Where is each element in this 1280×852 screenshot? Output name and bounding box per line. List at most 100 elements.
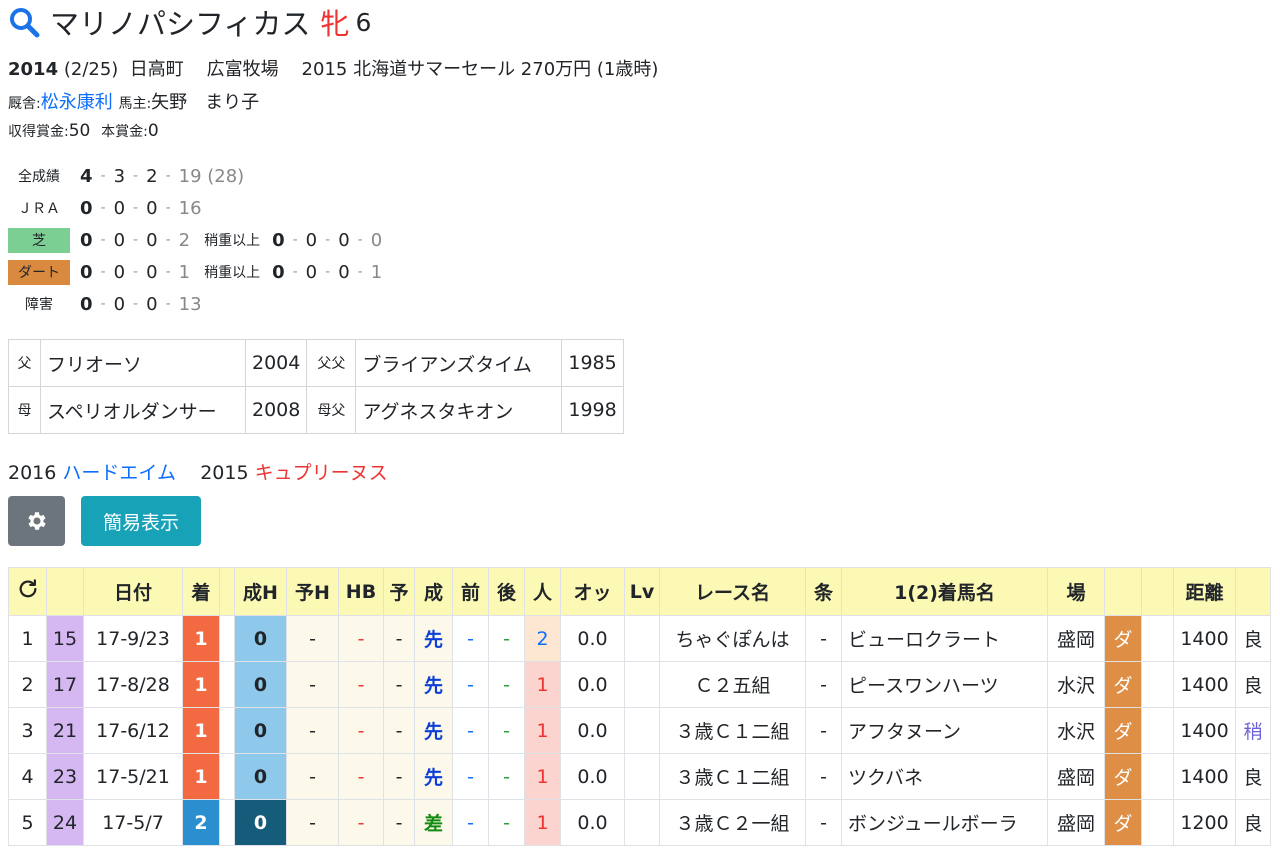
table-row[interactable]: 2 17 17-8/28 1 0- - - 先 - -1 0.0 Ｃ２五組 - ピースワンハーツ 水沢ダ 14… xyxy=(8,661,1271,708)
race-name[interactable]: ３歳Ｃ２一組 xyxy=(659,799,806,846)
odds: 0.0 xyxy=(560,707,625,754)
track-type: ダ xyxy=(1104,799,1142,846)
column-header[interactable] xyxy=(219,567,235,616)
column-header[interactable]: 前 xyxy=(452,567,489,616)
finish-position: 1 xyxy=(182,753,220,800)
spacer-cell xyxy=(219,753,235,800)
column-header[interactable]: オッ xyxy=(560,567,625,616)
record-t: 0 xyxy=(146,229,158,251)
column-header[interactable] xyxy=(1141,567,1174,616)
birth-year: 2014 xyxy=(8,59,59,80)
race-name[interactable]: ３歳Ｃ１二組 xyxy=(659,707,806,754)
row-index: 5 xyxy=(8,799,47,846)
column-header[interactable]: 条 xyxy=(805,567,842,616)
running-style: 先 xyxy=(414,753,453,800)
pedigree-table: 父 フリオーソ 2004 父父 ブライアンズタイム 1985 母 スペリオルダン… xyxy=(8,339,624,434)
sibling-year: 2015 xyxy=(200,462,249,484)
winner-name[interactable]: ピースワンハーツ xyxy=(841,661,1048,708)
race-name[interactable]: Ｃ２五組 xyxy=(659,661,806,708)
column-header[interactable]: HB xyxy=(338,567,384,616)
pedigree-row-dam: 母 スペリオルダンサー 2008 母父 アグネスタキオン 1998 xyxy=(8,386,624,434)
record-t: 0 xyxy=(146,293,158,315)
trainer-link[interactable]: 松永康利 xyxy=(41,92,113,113)
dam-label: 母 xyxy=(8,386,41,434)
race-name[interactable]: ３歳Ｃ１二組 xyxy=(659,753,806,800)
winner-name[interactable]: ツクバネ xyxy=(841,753,1048,800)
table-row[interactable]: 5 24 17-5/7 2 0- - - 差 - -1 0.0 ３歳Ｃ２一組 - ボンジュールボーラ 盛岡ダ… xyxy=(8,799,1271,846)
refresh-icon[interactable] xyxy=(17,578,39,600)
race-name[interactable]: ちゃぐぽんは xyxy=(659,615,806,662)
spacer-cell xyxy=(1141,799,1174,846)
venue: 盛岡 xyxy=(1047,799,1105,846)
record-cond-label: 稍重以上 xyxy=(204,233,261,249)
sire-name[interactable]: フリオーソ xyxy=(40,339,246,387)
column-header[interactable]: 日付 xyxy=(83,567,183,616)
popularity: 1 xyxy=(524,799,561,846)
record-separator: - xyxy=(357,232,363,248)
dam-sire-name[interactable]: アグネスタキオン xyxy=(355,386,563,434)
column-header[interactable]: 1(2)着馬名 xyxy=(841,567,1048,616)
column-header[interactable]: 予 xyxy=(383,567,415,616)
distance: 1200 xyxy=(1173,799,1236,846)
winner-name[interactable]: アフタヌーン xyxy=(841,707,1048,754)
condition: - xyxy=(805,615,842,662)
running-style: 差 xyxy=(414,799,453,846)
earnings-info: 収得賞金:50 本賞金:0 xyxy=(8,121,159,141)
going: 良 xyxy=(1235,661,1271,708)
table-row[interactable]: 4 23 17-5/21 1 0- - - 先 - -1 0.0 ３歳Ｃ１二組 - ツクバネ 盛岡ダ 1400… xyxy=(8,753,1271,800)
column-header[interactable]: 場 xyxy=(1047,567,1105,616)
column-header[interactable]: 後 xyxy=(488,567,525,616)
settings-button[interactable] xyxy=(8,496,65,546)
sire-sire-name[interactable]: ブライアンズタイム xyxy=(355,339,563,387)
race-date: 17-9/23 xyxy=(83,615,183,662)
column-header[interactable]: Lv xyxy=(624,567,660,616)
trainer-label: 厩舎: xyxy=(8,96,41,112)
column-header[interactable]: レース名 xyxy=(659,567,806,616)
late-pace: - xyxy=(488,799,525,846)
yoso-h: - xyxy=(286,799,339,846)
spacer-cell xyxy=(219,799,235,846)
race-age: 23 xyxy=(46,753,84,800)
yoso-h: - xyxy=(286,753,339,800)
record-separator: - xyxy=(165,232,171,248)
spacer-cell xyxy=(219,661,235,708)
yoso: - xyxy=(383,661,415,708)
record-separator: - xyxy=(133,232,139,248)
refresh-header[interactable] xyxy=(8,567,47,616)
going: 良 xyxy=(1235,753,1271,800)
record-w: 0 xyxy=(80,293,93,315)
sibling-link[interactable]: キュプリーヌス xyxy=(255,462,388,484)
column-header[interactable] xyxy=(1104,567,1142,616)
earnings-value: 50 xyxy=(68,121,91,141)
column-header[interactable]: 着 xyxy=(182,567,220,616)
record-separator: - xyxy=(100,296,106,312)
column-header[interactable]: 予H xyxy=(286,567,339,616)
birth-info: 2014 (2/25) 日高町 広富牧場 2015 北海道サマーセール 270万… xyxy=(8,55,658,81)
column-header[interactable]: 距離 xyxy=(1173,567,1236,616)
race-date: 17-5/21 xyxy=(83,753,183,800)
column-header[interactable] xyxy=(46,567,84,616)
sei-h: 0 xyxy=(234,707,287,754)
race-date: 17-5/7 xyxy=(83,799,183,846)
table-row[interactable]: 1 15 17-9/23 1 0- - - 先 - -2 0.0 ちゃぐぽんは - ビューロクラート 盛岡ダ… xyxy=(8,615,1271,662)
search-icon[interactable] xyxy=(8,6,40,38)
dam-name[interactable]: スペリオルダンサー xyxy=(40,386,246,434)
record-o: 19 (28) xyxy=(178,165,245,187)
column-header[interactable]: 成H xyxy=(234,567,287,616)
column-header[interactable]: 人 xyxy=(524,567,561,616)
column-header[interactable] xyxy=(1235,567,1271,616)
column-header[interactable]: 成 xyxy=(414,567,453,616)
record-row: 障害 0-0-0-13 xyxy=(8,288,382,320)
running-style: 先 xyxy=(414,707,453,754)
sibling-link[interactable]: ハードエイム xyxy=(62,462,176,484)
winner-name[interactable]: ビューロクラート xyxy=(841,615,1048,662)
table-row[interactable]: 3 21 17-6/12 1 0- - - 先 - -1 0.0 ３歳Ｃ１二組 - アフタヌーン 水沢ダ 14… xyxy=(8,707,1271,754)
distance: 1400 xyxy=(1173,661,1236,708)
prize-value: 0 xyxy=(147,121,159,141)
finish-position: 1 xyxy=(182,615,220,662)
winner-name[interactable]: ボンジュールボーラ xyxy=(841,799,1048,846)
simple-view-button[interactable]: 簡易表示 xyxy=(81,496,201,546)
record-row: 全成績 4-3-2-19 (28) xyxy=(8,160,382,192)
sibling-year: 2016 xyxy=(8,462,57,484)
finish-position: 2 xyxy=(182,799,220,846)
